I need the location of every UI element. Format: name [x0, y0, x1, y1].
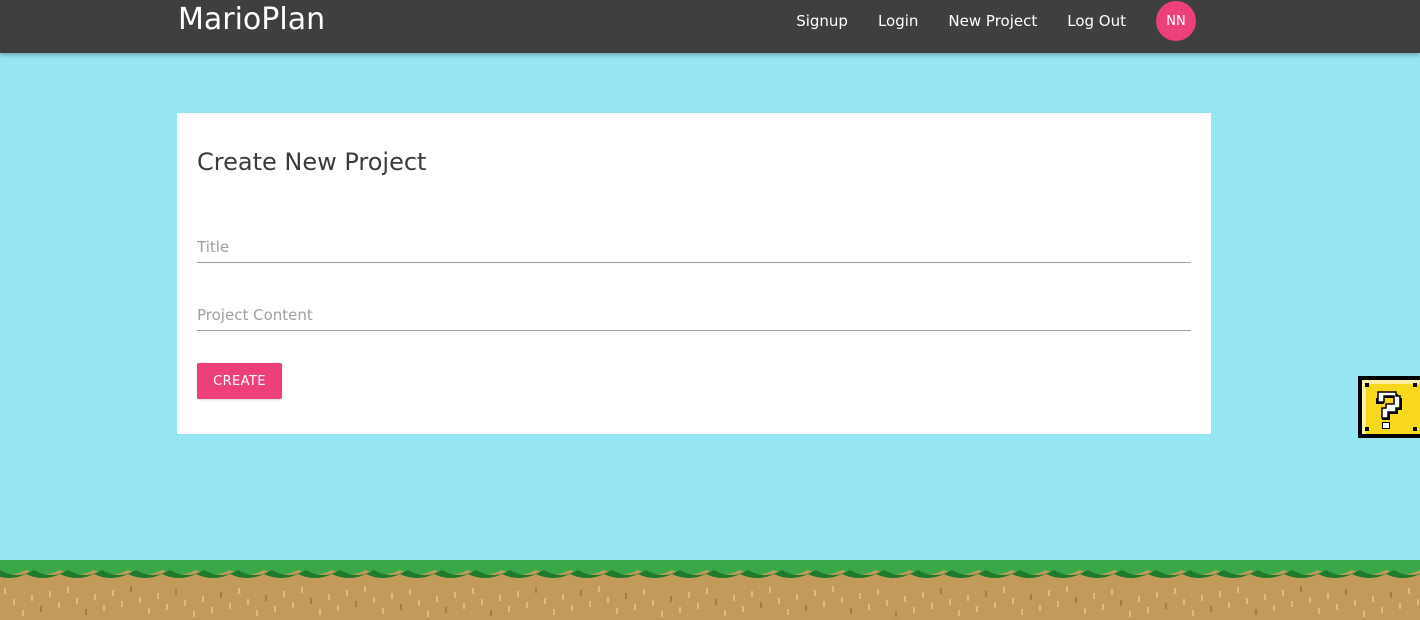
create-button[interactable]: CREATE: [197, 363, 282, 399]
question-block-icon: [1358, 376, 1420, 438]
project-content-input[interactable]: [197, 300, 1191, 330]
brand-logo[interactable]: MarioPlan: [178, 2, 325, 38]
create-project-card: Create New Project CREATE: [177, 113, 1211, 434]
nav-link-log-out[interactable]: Log Out: [1067, 12, 1126, 30]
navbar: MarioPlan Signup Login New Project Log O…: [0, 0, 1420, 53]
user-avatar[interactable]: NN: [1156, 1, 1196, 41]
nav-link-signup[interactable]: Signup: [796, 12, 848, 30]
grass-ground-icon: [0, 560, 1420, 620]
title-input[interactable]: [197, 232, 1191, 262]
page-title: Create New Project: [197, 148, 427, 176]
nav-links: Signup Login New Project Log Out NN: [766, 0, 1196, 42]
title-field: [197, 232, 1191, 263]
nav-link-new-project[interactable]: New Project: [948, 12, 1037, 30]
content-field: [197, 300, 1191, 331]
nav-link-login[interactable]: Login: [878, 12, 918, 30]
